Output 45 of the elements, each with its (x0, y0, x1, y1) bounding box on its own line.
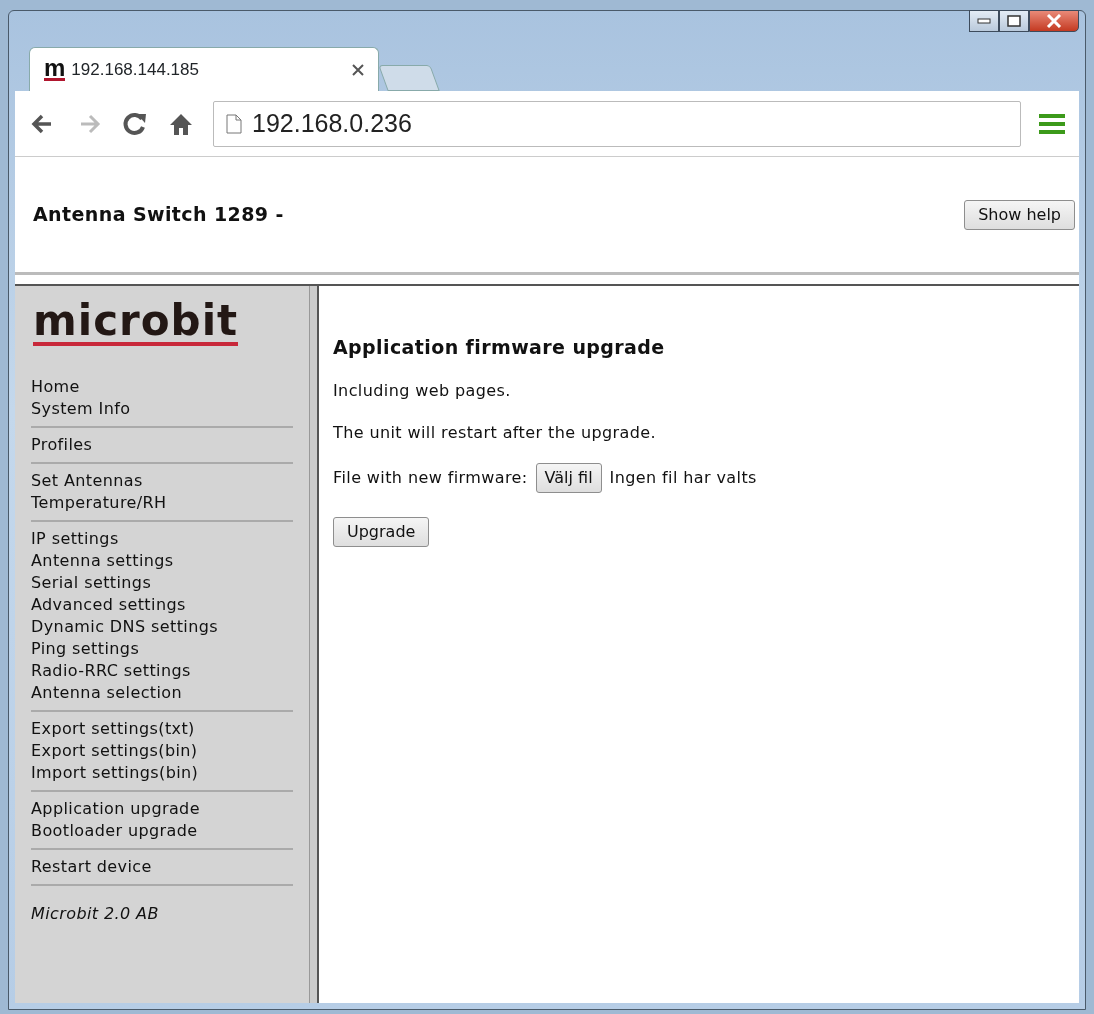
sidebar-link[interactable]: Temperature/RH (31, 492, 293, 514)
section-heading: Application firmware upgrade (333, 336, 666, 359)
address-bar[interactable]: 192.168.0.236 (213, 100, 1021, 147)
menu-icon[interactable] (1039, 112, 1065, 135)
page-icon (226, 113, 242, 134)
field-label: File with new firmware: (333, 466, 528, 489)
close-button[interactable] (1029, 10, 1079, 32)
upgrade-button[interactable]: Upgrade (333, 516, 430, 547)
sidebar-link[interactable]: Export settings(txt) (31, 718, 293, 740)
show-help-button[interactable]: Show help (964, 199, 1075, 230)
minimize-button[interactable] (969, 10, 999, 32)
microbit-logo: microbit (33, 300, 239, 346)
maximize-button[interactable] (999, 10, 1029, 32)
sidebar-link[interactable]: Radio-RRC settings (31, 660, 293, 682)
description-text: Including web pages. (333, 379, 512, 402)
footer-text: Microbit 2.0 AB (31, 903, 160, 925)
page-title: Antenna Switch 1289 - (33, 203, 284, 226)
choose-file-button[interactable]: Välj fil (535, 462, 602, 493)
address-text: 192.168.0.236 (252, 107, 412, 139)
sidebar-link[interactable]: Bootloader upgrade (31, 820, 293, 842)
sidebar-link[interactable]: IP settings (31, 528, 293, 550)
sidebar-link[interactable]: Set Antennas (31, 470, 293, 492)
sidebar-link[interactable]: Serial settings (31, 572, 293, 594)
close-icon (1046, 14, 1062, 28)
sidebar-link[interactable]: Antenna selection (31, 682, 293, 704)
sidebar-link[interactable]: Ping settings (31, 638, 293, 660)
tab-close-icon[interactable] (352, 63, 364, 76)
sidebar-link[interactable]: Application upgrade (31, 798, 293, 820)
sidebar-link[interactable]: Dynamic DNS settings (31, 616, 293, 638)
sidebar-link[interactable]: Advanced settings (31, 594, 293, 616)
sidebar-link[interactable]: Import settings(bin) (31, 762, 293, 784)
frame-splitter[interactable] (309, 286, 319, 1003)
sidebar-link[interactable]: Restart device (31, 856, 293, 878)
favicon-logo: m (44, 58, 66, 81)
sidebar-link[interactable]: Antenna settings (31, 550, 293, 572)
minimize-icon (977, 18, 991, 24)
browser-tab[interactable]: m 192.168.144.185 (29, 47, 379, 91)
sidebar-link[interactable]: System Info (31, 398, 293, 420)
file-status-text: Ingen fil har valts (609, 466, 757, 489)
sidebar-link[interactable]: Profiles (31, 434, 293, 456)
description-text: The unit will restart after the upgrade. (333, 421, 658, 444)
maximize-icon (1007, 15, 1021, 27)
sidebar-link[interactable]: Home (31, 376, 293, 398)
sidebar-link[interactable]: Export settings(bin) (31, 740, 293, 762)
tab-title: 192.168.144.185 (71, 58, 200, 81)
